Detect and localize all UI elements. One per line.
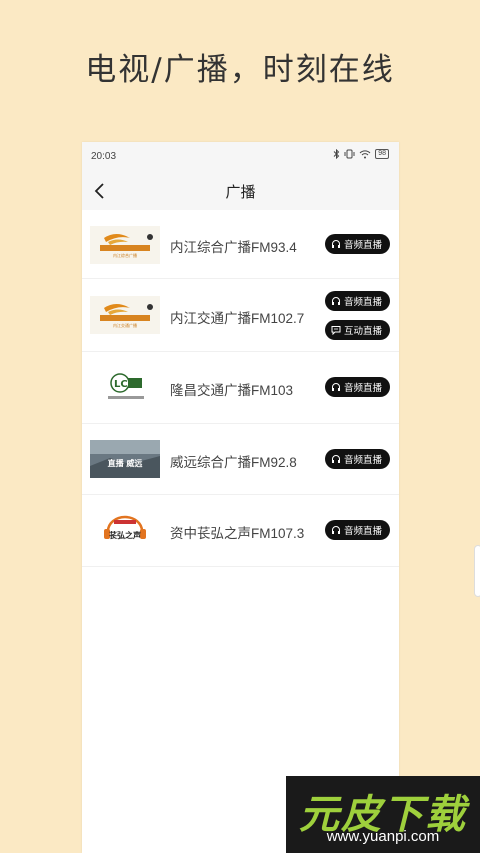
headphone-icon: [331, 297, 340, 305]
status-icons: 98: [333, 149, 389, 159]
station-logo: 直播 威远: [90, 440, 160, 478]
page-title: 广播: [225, 183, 256, 201]
list-item[interactable]: 内江综合广播 内江综合广播FM93.4 音频直播: [82, 210, 399, 279]
station-list: 内江综合广播 内江综合广播FM93.4 音频直播 内江交通广播 内江交通广播FM…: [82, 210, 399, 567]
vibrate-icon: [344, 149, 355, 159]
audio-live-button[interactable]: 音频直播: [324, 234, 390, 254]
svg-text:LC: LC: [114, 379, 128, 390]
station-logo: LC: [90, 368, 160, 406]
headphone-icon: [331, 526, 340, 534]
logo-image: 内江交通广播: [90, 296, 160, 334]
chat-icon: [331, 326, 341, 335]
list-item[interactable]: 直播 威远 威远综合广播FM92.8 音频直播: [82, 424, 399, 495]
logo-image: LC: [90, 368, 160, 406]
audio-live-label: 音频直播: [343, 240, 382, 251]
audio-live-label: 音频直播: [343, 297, 382, 308]
promo-title: 电视/广播，时刻在线: [85, 52, 395, 88]
svg-text:内江综合广播: 内江综合广播: [113, 252, 137, 258]
station-logo: 内江交通广播: [90, 296, 160, 334]
audio-live-button[interactable]: 音频直播: [324, 377, 390, 397]
station-name: 内江综合广播FM93.4: [170, 240, 297, 255]
headphone-icon: [331, 455, 340, 463]
phone-screen: 20:03 98 广播 内江综合广播 内江综合广播FM93.4 音频直播 内江交…: [82, 142, 399, 853]
audio-live-label: 音频直播: [343, 455, 382, 466]
logo-image: 内江综合广播: [90, 226, 160, 264]
logo-image: 苌弘之声: [90, 511, 160, 549]
station-logo: 苌弘之声: [90, 511, 160, 549]
battery-indicator: 98: [375, 149, 389, 159]
watermark-logo: 元皮下载 www.yuanpi.com: [286, 776, 480, 853]
headphone-icon: [331, 240, 340, 248]
list-item[interactable]: 内江交通广播 内江交通广播FM102.7 音频直播 互动直播: [82, 279, 399, 352]
logo-image: 直播 威远: [90, 440, 160, 478]
audio-live-label: 音频直播: [343, 383, 382, 394]
audio-live-button[interactable]: 音频直播: [324, 449, 390, 469]
wifi-icon: [359, 150, 371, 159]
station-name: 内江交通广播FM102.7: [170, 311, 305, 326]
svg-text:内江交通广播: 内江交通广播: [113, 322, 137, 328]
svg-text:直播 威远: 直播 威远: [108, 458, 143, 468]
bluetooth-icon: [333, 149, 340, 159]
nav-bar: 广播: [82, 172, 399, 210]
interactive-live-label: 互动直播: [343, 326, 382, 337]
station-name: 隆昌交通广播FM103: [170, 383, 294, 398]
interactive-live-button[interactable]: 互动直播: [324, 320, 390, 340]
station-name: 威远综合广播FM92.8: [170, 455, 297, 470]
audio-live-button[interactable]: 音频直播: [324, 520, 390, 540]
watermark-url: www.yuanpi.com: [326, 828, 440, 845]
station-name: 资中苌弘之声FM107.3: [170, 526, 305, 541]
list-item[interactable]: 苌弘之声 资中苌弘之声FM107.3 音频直播: [82, 495, 399, 567]
audio-live-button[interactable]: 音频直播: [324, 291, 390, 311]
svg-text:苌弘之声: 苌弘之声: [109, 530, 141, 540]
floating-side-handle[interactable]: [474, 545, 480, 597]
headphone-icon: [331, 383, 340, 391]
status-bar: 20:03 98: [82, 142, 399, 172]
station-logo: 内江综合广播: [90, 226, 160, 264]
list-item[interactable]: LC 隆昌交通广播FM103 音频直播: [82, 352, 399, 424]
audio-live-label: 音频直播: [343, 526, 382, 537]
status-time: 20:03: [91, 151, 117, 162]
